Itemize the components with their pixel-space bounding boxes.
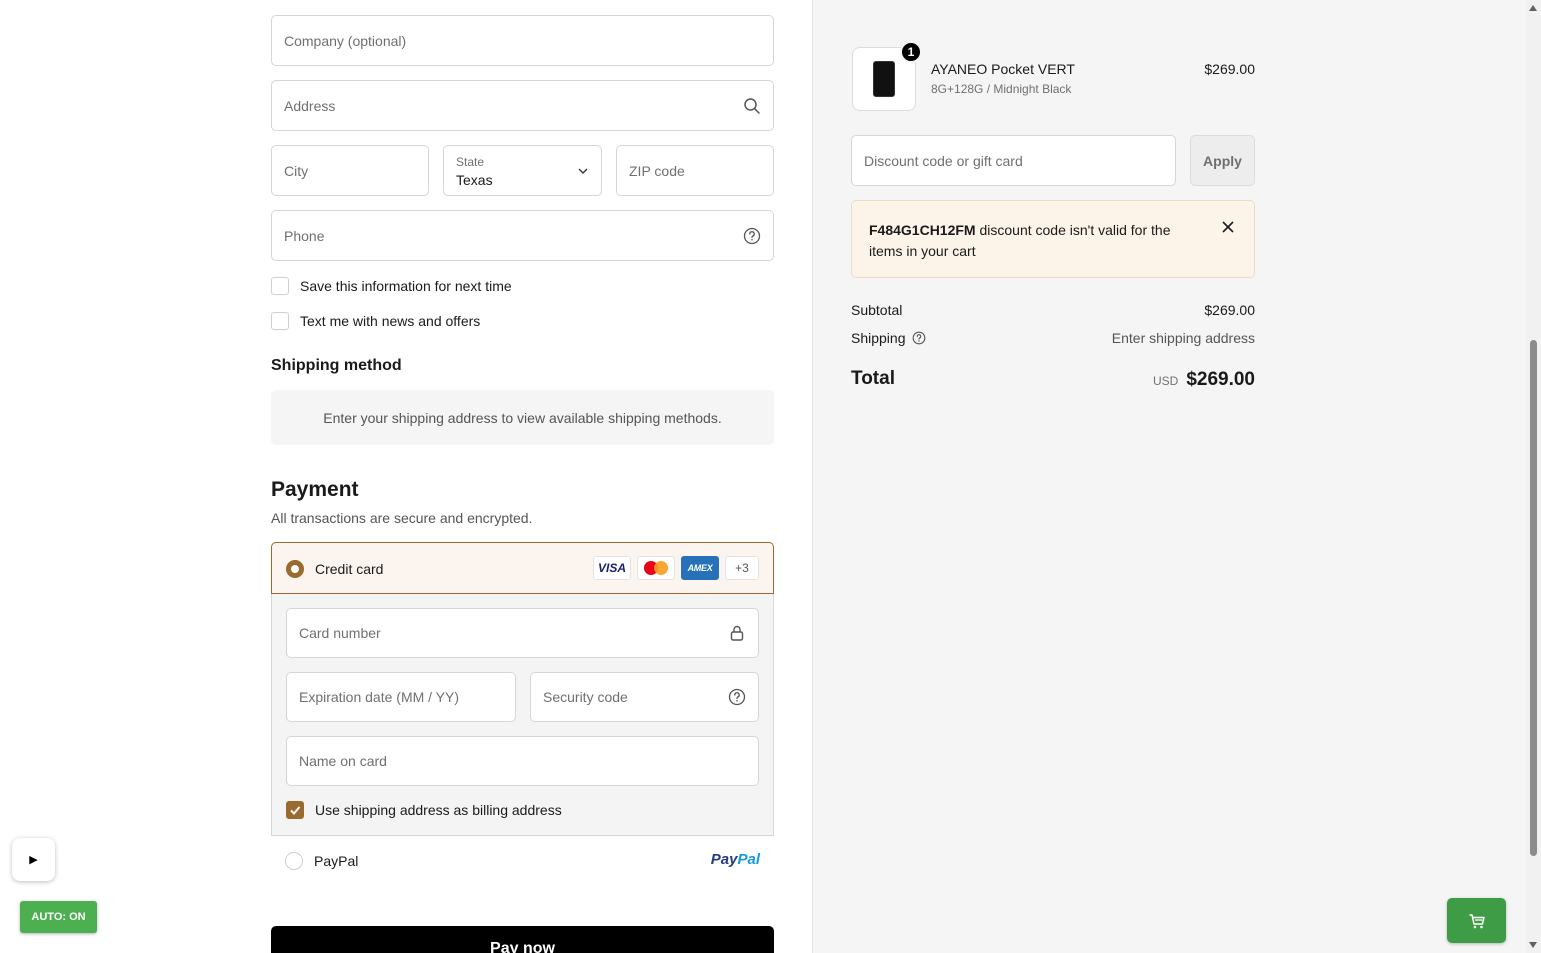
subtotal-value: $269.00	[1204, 302, 1255, 318]
checkmark-icon	[290, 806, 301, 815]
total-value: $269.00	[1186, 369, 1255, 390]
scroll-down-arrow[interactable]	[1529, 942, 1537, 948]
discount-placeholder: Discount code or gift card	[864, 152, 1023, 169]
currency-code: USD	[1152, 374, 1179, 388]
scrollbar[interactable]	[1526, 0, 1541, 953]
discount-error-alert: F484G1CH12FM discount code isn't valid f…	[851, 200, 1255, 278]
city-placeholder: City	[284, 162, 309, 179]
total-row: Total USD $269.00	[851, 368, 1255, 390]
expiration-placeholder: Expiration date (MM / YY)	[299, 689, 460, 705]
close-icon[interactable]	[1221, 220, 1235, 234]
apply-discount-button[interactable]: Apply	[1190, 135, 1255, 186]
paypal-logo: PayPal	[710, 851, 760, 868]
cart-button[interactable]	[1447, 898, 1506, 943]
news-offers-checkbox[interactable]	[271, 312, 289, 330]
product-variant: 8G+128G / Midnight Black	[931, 82, 1072, 96]
quantity-badge: 1	[900, 41, 922, 63]
name-on-card-placeholder: Name on card	[299, 753, 387, 769]
shipping-label: Shipping	[851, 330, 906, 346]
company-placeholder: Company (optional)	[284, 32, 407, 49]
billing-same-checkbox[interactable]	[286, 801, 304, 819]
payment-heading: Payment	[271, 478, 359, 501]
expiration-field[interactable]: Expiration date (MM / YY)	[286, 672, 516, 722]
play-button[interactable]: ▶	[12, 838, 55, 881]
search-icon	[744, 97, 760, 114]
address-field[interactable]: Address	[271, 80, 774, 131]
save-info-checkbox[interactable]	[271, 277, 289, 295]
phone-placeholder: Phone	[284, 227, 325, 244]
more-cards-badge: +3	[725, 556, 759, 580]
discount-code-field[interactable]: Discount code or gift card	[851, 135, 1176, 186]
checkout-form-panel: Company (optional) Address City State Te…	[0, 0, 812, 953]
billing-same-label: Use shipping address as billing address	[315, 802, 562, 818]
security-code-placeholder: Security code	[543, 689, 628, 705]
subtotal-row: Subtotal $269.00	[851, 302, 1255, 318]
lock-icon	[730, 625, 744, 641]
cart-icon	[1469, 913, 1485, 928]
card-number-placeholder: Card number	[299, 625, 381, 641]
save-info-option[interactable]: Save this information for next time	[271, 277, 512, 295]
product-price: $269.00	[1204, 61, 1255, 77]
paypal-radio[interactable]	[285, 852, 303, 870]
company-field[interactable]: Company (optional)	[271, 15, 774, 66]
save-info-label: Save this information for next time	[300, 278, 512, 294]
paypal-label: PayPal	[314, 853, 359, 869]
state-label: State	[456, 155, 485, 169]
visa-icon: VISA	[593, 556, 631, 580]
auto-toggle-button[interactable]: AUTO: ON	[20, 901, 97, 933]
help-icon[interactable]	[743, 227, 761, 245]
subtotal-label: Subtotal	[851, 302, 903, 318]
payment-subtitle: All transactions are secure and encrypte…	[271, 510, 533, 526]
credit-card-radio[interactable]	[286, 560, 304, 578]
pay-now-button[interactable]: Pay now	[271, 926, 774, 953]
paypal-option[interactable]: PayPal PayPal	[271, 835, 774, 886]
state-value: Texas	[456, 172, 493, 188]
total-label: Total	[851, 368, 895, 389]
card-number-field[interactable]: Card number	[286, 608, 759, 658]
news-offers-label: Text me with news and offers	[300, 313, 481, 329]
news-offers-option[interactable]: Text me with news and offers	[271, 312, 480, 330]
zip-placeholder: ZIP code	[629, 162, 685, 179]
mastercard-icon	[637, 556, 675, 580]
help-icon[interactable]	[728, 688, 746, 706]
payment-methods: Credit card VISA AMEX +3 Card number Exp…	[271, 542, 774, 886]
product-name: AYANEO Pocket VERT	[931, 61, 1075, 77]
help-icon[interactable]	[912, 331, 926, 345]
shipping-method-message: Enter your shipping address to view avai…	[271, 390, 774, 445]
discount-error-text: F484G1CH12FM discount code isn't valid f…	[869, 220, 1199, 262]
scroll-up-arrow[interactable]	[1529, 5, 1537, 11]
name-on-card-field[interactable]: Name on card	[286, 736, 759, 786]
product-image	[873, 61, 895, 97]
scrollbar-thumb[interactable]	[1530, 340, 1537, 856]
credit-card-option[interactable]: Credit card VISA AMEX +3	[271, 542, 774, 594]
address-placeholder: Address	[284, 97, 336, 114]
zip-field[interactable]: ZIP code	[616, 145, 774, 196]
shipping-row: Shipping Enter shipping address	[851, 330, 1255, 346]
city-field[interactable]: City	[271, 145, 429, 196]
phone-field[interactable]: Phone	[271, 210, 774, 261]
state-select[interactable]: State Texas	[443, 145, 602, 196]
discount-code: F484G1CH12FM	[869, 222, 976, 238]
shipping-value: Enter shipping address	[1111, 330, 1255, 346]
shipping-method-heading: Shipping method	[271, 357, 402, 374]
shipping-method-text: Enter your shipping address to view avai…	[323, 409, 722, 426]
security-code-field[interactable]: Security code	[530, 672, 759, 722]
credit-card-label: Credit card	[315, 561, 384, 577]
card-brand-badges: VISA AMEX +3	[593, 556, 759, 580]
amex-icon: AMEX	[681, 556, 719, 580]
billing-same-option[interactable]: Use shipping address as billing address	[286, 801, 562, 819]
chevron-down-icon	[578, 168, 588, 174]
